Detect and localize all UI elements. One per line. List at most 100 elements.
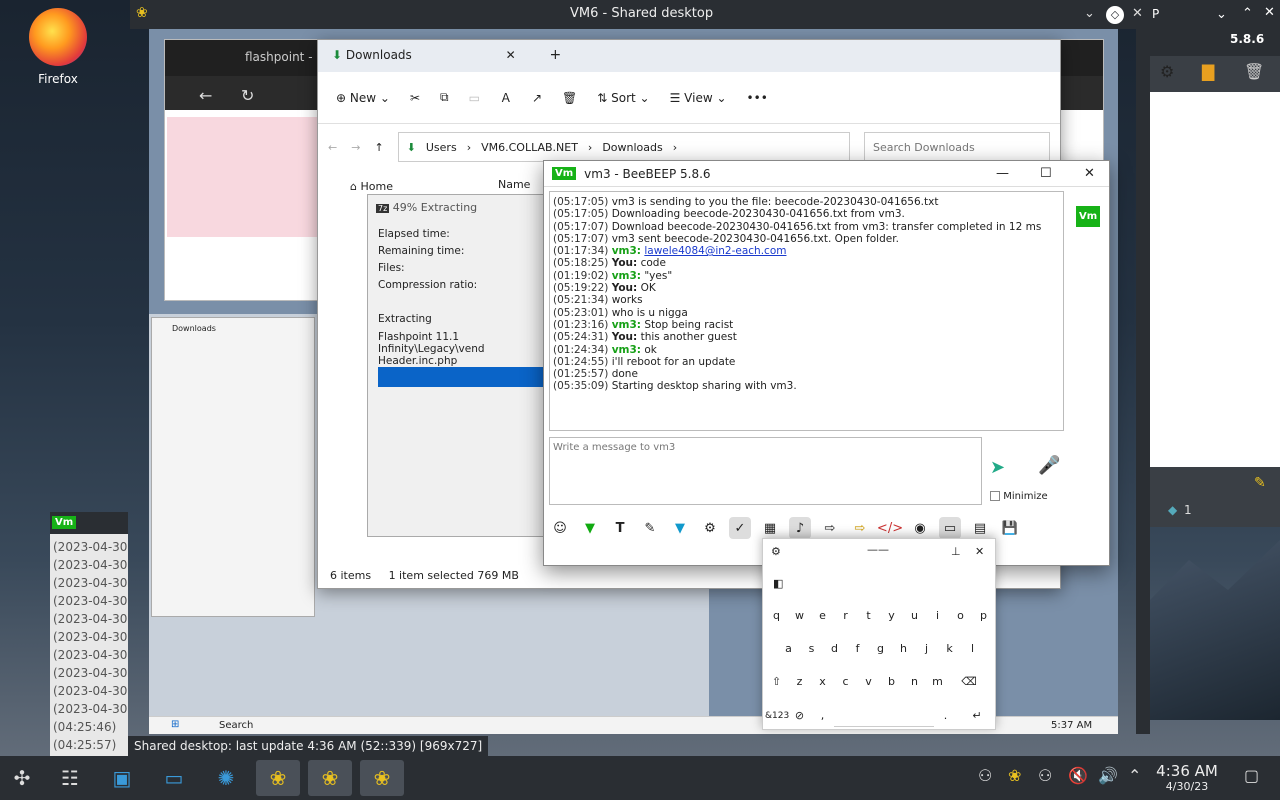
key-m[interactable]: m [926,671,949,693]
comma-key[interactable]: , [811,705,834,727]
layout-icon[interactable]: ⊥ [951,545,961,558]
numbers-key[interactable]: &123 [765,705,789,727]
chevron-up-icon[interactable]: ⌃ [1242,6,1253,21]
font-icon[interactable]: T [609,517,631,539]
folder-icon[interactable]: ▇ [1202,62,1214,81]
refresh-icon[interactable]: ↻ [241,86,254,105]
show-desktop-icon[interactable]: ▢ [1244,766,1259,785]
user-avatar[interactable]: Vm [1076,206,1101,227]
firefox-desktop-icon[interactable]: Firefox [22,8,94,86]
code-icon[interactable]: </> [877,517,903,539]
key-g[interactable]: g [869,638,892,660]
mute-icon[interactable]: 🔇 [1068,766,1088,785]
key-s[interactable]: s [800,638,823,660]
windows-start-icon[interactable]: ⊞ [171,719,179,730]
maximize-icon[interactable]: ☐ [1040,166,1052,181]
key-n[interactable]: n [903,671,926,693]
trash-icon[interactable]: 🗑 [1244,62,1264,81]
cut-icon[interactable]: ✂ [410,91,420,105]
key-q[interactable]: q [765,605,788,627]
history-icon[interactable]: ▤ [969,517,991,539]
broom-icon[interactable]: ✎ [1254,475,1266,491]
key-w[interactable]: w [788,605,811,627]
desktop-share-icon[interactable]: ▭ [939,517,961,539]
send-icon[interactable]: ➤ [990,457,1005,478]
key-k[interactable]: k [938,638,961,660]
key-o[interactable]: o [949,605,972,627]
new-tab-icon[interactable]: + [550,47,562,63]
close-icon[interactable]: ✕ [1132,6,1143,21]
enter-key[interactable]: ↵ [957,705,997,727]
sort-button[interactable]: ⇅ Sort ⌄ [597,91,649,105]
color-icon[interactable]: ✎ [639,517,661,539]
backspace-key[interactable]: ⌫ [949,671,989,693]
beebeep-task-1[interactable]: ❀ [256,760,300,796]
close-icon[interactable]: ✕ [975,545,984,558]
nav-home[interactable]: ⌂ Home [350,180,393,193]
key-a[interactable]: a [777,638,800,660]
minimize-checkbox[interactable]: Minimize [990,491,1048,502]
key-j[interactable]: j [915,638,938,660]
period-key[interactable]: . [934,705,957,727]
vm-window-titlebar[interactable]: ❀ VM6 - Shared desktop ⌄ ◇ ✕ [130,0,1150,29]
globe-icon[interactable]: ⊘ [788,705,811,727]
emoji-icon[interactable]: ◧ [773,577,783,590]
key-v[interactable]: v [857,671,880,693]
remote-search[interactable]: Search [219,720,253,731]
settings-icon[interactable]: ⚙ [699,517,721,539]
beebeep-task-2[interactable]: ❀ [308,760,352,796]
key-c[interactable]: c [834,671,857,693]
copy-icon[interactable]: ⧉ [440,90,449,105]
breadcrumb-downloads[interactable]: Downloads [602,141,662,154]
settings-icon[interactable]: ⚙ [771,545,781,558]
key-r[interactable]: r [834,605,857,627]
volume-icon[interactable]: 🔊 [1098,766,1118,785]
address-bar[interactable]: ⬇ Users › VM6.COLLAB.NET › Downloads › [397,132,850,162]
column-name[interactable]: Name [498,178,530,191]
key-l[interactable]: l [961,638,984,660]
app-launcher-icon[interactable]: ✣ [0,760,44,796]
keep-above-icon[interactable]: ◇ [1106,6,1124,24]
vm-scrollbar[interactable] [1136,29,1150,734]
new-button[interactable]: ⊕ New ⌄ [336,91,390,105]
key-z[interactable]: z [788,671,811,693]
close-icon[interactable]: ✕ [1264,5,1275,20]
clock[interactable]: 4:36 AM 4/30/23 [1152,762,1222,793]
chevron-down-icon[interactable]: ⌄ [1216,7,1227,22]
shift-key[interactable]: ⇧ [765,671,788,693]
breadcrumb-user[interactable]: VM6.COLLAB.NET [481,141,578,154]
emoticon-icon[interactable]: ☺ [549,517,571,539]
users-icon[interactable]: ⚇ [1038,766,1052,785]
share-icon[interactable]: ↗ [532,91,542,105]
rename-icon[interactable]: Ａ [500,89,512,106]
key-f[interactable]: f [846,638,869,660]
user-icon[interactable]: ⚇ [978,766,992,785]
folder-send-icon[interactable]: ⇨ [849,517,871,539]
key-h[interactable]: h [892,638,915,660]
back-icon[interactable]: ← [199,86,212,105]
chat-history[interactable]: (05:17:05) vm3 is sending to you the fil… [549,191,1064,431]
save-icon[interactable]: 💾 [999,517,1021,539]
key-e[interactable]: e [811,605,834,627]
filter-icon[interactable]: ▼ [669,517,691,539]
note-icon[interactable]: ♪ [789,517,811,539]
delete-icon[interactable]: 🗑 [562,91,577,105]
key-d[interactable]: d [823,638,846,660]
close-tab-icon[interactable]: ✕ [506,48,516,62]
screenshot-icon[interactable]: ◉ [909,517,931,539]
image-icon[interactable]: ▦ [759,517,781,539]
key-t[interactable]: t [857,605,880,627]
breadcrumb-users[interactable]: Users [426,141,457,154]
minimize-icon[interactable]: ⌄ [1084,6,1095,21]
key-u[interactable]: u [903,605,926,627]
browser-icon[interactable]: ✺ [204,760,248,796]
explorer-tab[interactable]: ⬇ Downloads ✕ + [318,40,1060,72]
drag-handle[interactable]: —— [867,543,889,556]
gear-icon[interactable]: ⚙ [1160,62,1174,81]
message-input[interactable]: Write a message to vm3 [549,437,982,505]
close-icon[interactable]: ✕ [1084,166,1095,181]
view-button[interactable]: ☰ View ⌄ [670,91,727,105]
beebeep-tray-icon[interactable]: ❀ [1008,766,1021,785]
up-icon[interactable]: ↑ [374,141,383,154]
check-icon[interactable]: ✓ [729,517,751,539]
